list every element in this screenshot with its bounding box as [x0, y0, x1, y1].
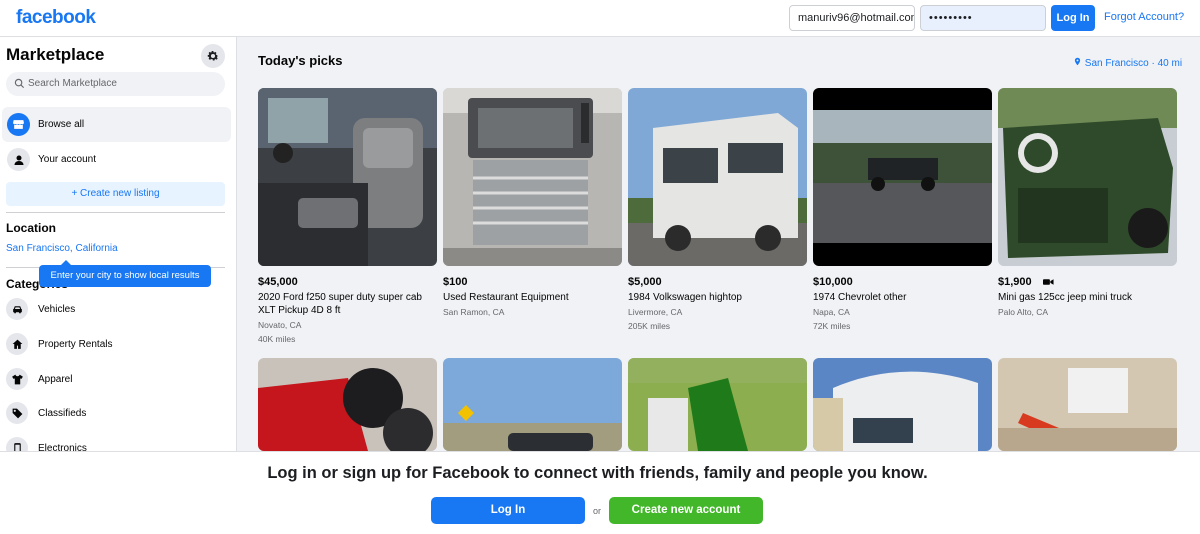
listing-title: 1974 Chevrolet other — [813, 292, 907, 303]
location-pin-icon — [1074, 57, 1081, 66]
category-classifieds[interactable]: Classifieds — [6, 398, 225, 428]
listing-price-value: $1,900 — [998, 276, 1032, 288]
nav-browse-all-label: Browse all — [38, 119, 85, 130]
listing-card[interactable] — [813, 358, 992, 451]
category-label: Apparel — [38, 374, 73, 385]
location-tooltip: Enter your city to show local results — [39, 260, 211, 287]
nav-browse-all[interactable]: Browse all — [2, 107, 231, 142]
listing-photo[interactable] — [998, 88, 1177, 266]
listing-title: 1984 Volkswagen hightop — [628, 292, 742, 303]
listing-price: $45,000 — [258, 276, 298, 288]
category-property-rentals[interactable]: Property Rentals — [6, 329, 225, 359]
listing-photo[interactable] — [443, 358, 622, 451]
location-link[interactable]: San Francisco, California — [6, 243, 118, 254]
create-listing-button[interactable]: + Create new listing — [6, 182, 225, 206]
listing-photo[interactable] — [813, 358, 992, 451]
listing-price: $1,900 — [998, 276, 1054, 288]
nav-your-account-label: Your account — [38, 154, 97, 165]
listing-card[interactable]: $5,000 1984 Volkswagen hightop Livermore… — [628, 88, 807, 331]
listing-card[interactable]: $100 Used Restaurant Equipment San Ramon… — [443, 88, 622, 317]
category-label: Vehicles — [38, 304, 76, 315]
category-label: Property Rentals — [38, 339, 113, 350]
video-icon — [1042, 279, 1054, 285]
login-banner: Log in or sign up for Facebook to connec… — [0, 451, 1200, 534]
header-login-button[interactable]: Log In — [1051, 5, 1095, 31]
password-field[interactable]: ••••••••• — [920, 5, 1046, 31]
listing-card[interactable] — [998, 358, 1177, 451]
listing-mileage: 40K miles — [258, 334, 296, 344]
listing-mileage: 205K miles — [628, 321, 671, 331]
listing-mileage: 72K miles — [813, 321, 851, 331]
listing-photo[interactable] — [443, 88, 622, 266]
listing-title: Mini gas 125cc jeep mini truck — [998, 292, 1132, 303]
listing-price: $10,000 — [813, 276, 853, 288]
listing-location: San Ramon, CA — [443, 307, 505, 317]
listing-location: Palo Alto, CA — [998, 307, 1049, 317]
listing-card[interactable]: $45,000 2020 Ford f250 super duty super … — [258, 88, 437, 344]
listing-price: $100 — [443, 276, 468, 288]
listing-location: Novato, CA — [258, 320, 302, 330]
or-label: or — [593, 506, 602, 516]
top-bar: facebook manuriv96@hotmail.com •••••••••… — [0, 0, 1200, 37]
search-input[interactable]: Search Marketplace — [6, 72, 225, 96]
location-filter[interactable]: San Francisco · 40 mi — [1073, 56, 1182, 69]
search-icon — [14, 78, 25, 89]
forgot-account-link[interactable]: Forgot Account? — [1104, 11, 1184, 23]
listing-title: Used Restaurant Equipment — [443, 292, 569, 303]
facebook-logo[interactable]: facebook — [16, 7, 96, 29]
banner-login-button[interactable]: Log In — [431, 497, 585, 524]
person-icon — [7, 148, 30, 171]
tag-icon — [6, 402, 28, 424]
listing-photo[interactable] — [628, 88, 807, 266]
shirt-icon — [6, 368, 28, 390]
create-account-button[interactable]: Create new account — [609, 497, 763, 524]
listing-card[interactable] — [443, 358, 622, 451]
divider — [6, 212, 225, 213]
listing-title: 2020 Ford f250 super duty super cab XLT … — [258, 292, 422, 316]
email-field[interactable]: manuriv96@hotmail.com — [789, 5, 915, 31]
car-icon — [6, 298, 28, 320]
listing-card[interactable] — [258, 358, 437, 451]
location-heading: Location — [6, 221, 56, 235]
house-icon — [6, 333, 28, 355]
listing-location: Napa, CA — [813, 307, 850, 317]
search-placeholder: Search Marketplace — [28, 78, 117, 89]
listing-photo[interactable] — [813, 88, 992, 266]
location-filter-label: San Francisco · 40 mi — [1084, 58, 1183, 69]
listing-photo[interactable] — [258, 88, 437, 266]
listing-photo[interactable] — [628, 358, 807, 451]
category-label: Classifieds — [38, 408, 87, 419]
storefront-icon — [7, 113, 30, 136]
nav-your-account[interactable]: Your account — [2, 142, 231, 177]
category-apparel[interactable]: Apparel — [6, 364, 225, 394]
listing-card[interactable] — [628, 358, 807, 451]
category-vehicles[interactable]: Vehicles — [6, 294, 225, 324]
listing-card[interactable]: $10,000 1974 Chevrolet other Napa, CA 72… — [813, 88, 992, 331]
listing-price: $5,000 — [628, 276, 662, 288]
listing-photo[interactable] — [998, 358, 1177, 451]
listing-photo[interactable] — [258, 358, 437, 451]
banner-message: Log in or sign up for Facebook to connec… — [267, 464, 928, 482]
sidebar-title: Marketplace — [6, 45, 105, 64]
page-title: Today's picks — [258, 53, 343, 68]
listing-location: Livermore, CA — [628, 307, 683, 317]
listing-card[interactable]: $1,900 Mini gas 125cc jeep mini truck Pa… — [998, 88, 1177, 317]
settings-gear-icon[interactable] — [201, 44, 225, 68]
